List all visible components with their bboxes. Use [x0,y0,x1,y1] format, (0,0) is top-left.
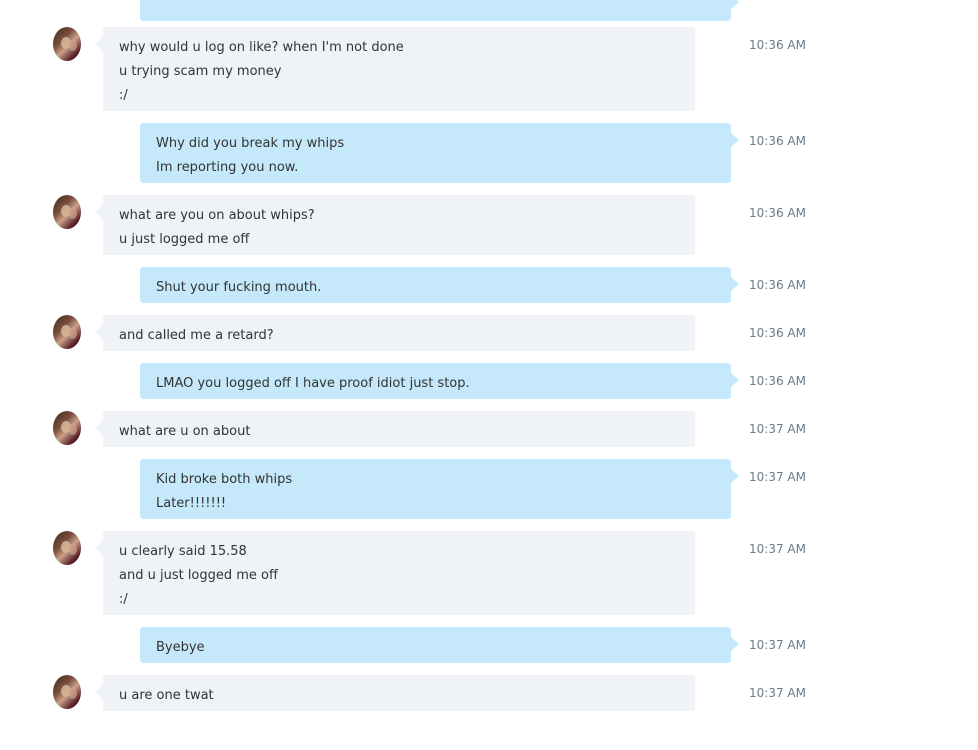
contact-avatar-icon[interactable] [53,675,81,709]
message-text-line: what are you on about whips? [119,208,315,223]
message-text-line: u are one twat [119,688,214,703]
message-text-line: Kid broke both whips [156,472,293,487]
contact-avatar-icon[interactable] [53,27,81,61]
message-timestamp: 10:36 AM [749,278,806,292]
message-timestamp: 10:37 AM [749,422,806,436]
message-text-line: u just logged me off [119,232,250,247]
message-timestamp: 10:37 AM [749,470,806,484]
message-text-line: Shut your fucking mouth. [156,280,322,295]
message-timestamp: 10:36 AM [749,206,806,220]
message-text-line: Byebye [156,640,205,655]
avatar-face-shape [68,40,77,51]
message-text-line: :/ [119,592,128,607]
message-text-line: and called me a retard? [119,328,274,343]
avatar-face-shape [68,328,77,339]
contact-avatar-icon[interactable] [53,315,81,349]
message-text-line: :/ [119,88,128,103]
contact-avatar-icon[interactable] [53,195,81,229]
message-text-line: Later!!!!!!! [156,496,227,511]
avatar-face-shape [68,544,77,555]
incoming-message-bubble[interactable]: what are u on about [95,411,695,447]
message-timestamp: 10:36 AM [749,326,806,340]
outgoing-message-bubble[interactable]: LMAO you logged off I have proof idiot j… [140,363,739,399]
message-text-line: u clearly said 15.58 [119,544,247,559]
contact-avatar-icon[interactable] [53,531,81,565]
outgoing-message-bubble[interactable]: Shut your fucking mouth. [140,267,739,303]
message-text-line: why would u log on like? when I'm not do… [119,40,404,55]
message-timestamp: 10:36 AM [749,38,806,52]
outgoing-message-bubble[interactable]: Byebye [140,627,739,663]
incoming-message-bubble[interactable]: and called me a retard? [95,315,695,351]
message-text-line: LMAO you logged off I have proof idiot j… [156,376,470,391]
outgoing-message-bubble[interactable]: Kid broke both whips Later!!!!!!! [140,459,739,519]
message-text-line: what are u on about [119,424,251,439]
incoming-message-bubble[interactable]: u clearly said 15.58 and u just logged me… [95,531,695,615]
message-text-line: Why did you break my whips [156,136,345,151]
message-text-line: and u just logged me off [119,568,278,583]
message-timestamp: 10:37 AM [749,638,806,652]
chat-conversation: why would u log on like? when I'm not do… [0,0,978,750]
message-timestamp: 10:37 AM [749,686,806,700]
avatar-face-shape [68,424,77,435]
message-text-line [156,0,715,18]
message-timestamp: 10:36 AM [749,134,806,148]
avatar-face-shape [68,208,77,219]
incoming-message-bubble[interactable]: why would u log on like? when I'm not do… [95,27,695,111]
avatar-face-shape [68,688,77,699]
message-timestamp: 10:37 AM [749,542,806,556]
message-text-line: u trying scam my money [119,64,282,79]
outgoing-message-bubble[interactable]: Why did you break my whips Im reporting y… [140,123,739,183]
message-text-line: Im reporting you now. [156,160,299,175]
message-timestamp: 10:36 AM [749,374,806,388]
incoming-message-bubble[interactable]: what are you on about whips? u just logge… [95,195,695,255]
incoming-message-bubble[interactable]: u are one twat [95,675,695,711]
outgoing-message-bubble[interactable] [140,0,739,21]
contact-avatar-icon[interactable] [53,411,81,445]
